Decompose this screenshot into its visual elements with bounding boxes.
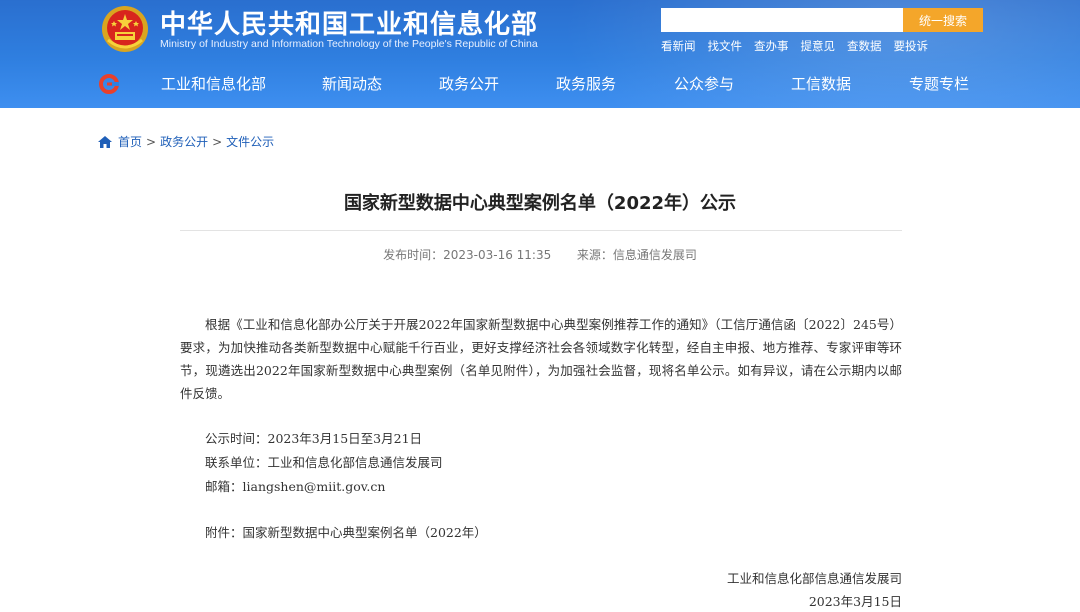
breadcrumb-gov-open[interactable]: 政务公开	[160, 133, 208, 150]
quick-link-files[interactable]: 找文件	[708, 38, 743, 54]
nav-item-news[interactable]: 新闻动态	[322, 73, 382, 94]
search-input[interactable]	[661, 8, 903, 32]
quick-link-services[interactable]: 查办事	[754, 38, 789, 54]
breadcrumb-separator: >	[146, 134, 157, 149]
search-button[interactable]: 统一搜索	[903, 8, 983, 32]
contact-unit: 联系单位：工业和信息化部信息通信发展司	[205, 455, 443, 470]
home-icon[interactable]	[98, 135, 112, 148]
site-subtitle: Ministry of Industry and Information Tec…	[160, 38, 538, 50]
published-time: 2023-03-16 11:35	[443, 248, 552, 262]
breadcrumb-file-notice[interactable]: 文件公示	[226, 133, 274, 150]
source-value: 信息通信发展司	[612, 248, 697, 262]
quick-link-news[interactable]: 看新闻	[661, 38, 696, 54]
source-label: 来源：	[576, 248, 613, 262]
quick-link-data[interactable]: 查数据	[847, 38, 882, 54]
breadcrumb-home[interactable]: 首页	[118, 133, 142, 150]
breadcrumb-separator: >	[212, 134, 223, 149]
published-label: 发布时间：	[383, 248, 444, 262]
site-title[interactable]: 中华人民共和国工业和信息化部	[160, 4, 538, 41]
notice-period: 公示时间：2023年3月15日至3月21日	[205, 431, 423, 446]
signature-date: 2023年3月15日	[808, 594, 902, 609]
signature-org: 工业和信息化部信息通信发展司	[726, 571, 902, 586]
attachment-link[interactable]: 附件：国家新型数据中心典型案例名单（2022年）	[205, 522, 487, 541]
nav-item-participation[interactable]: 公众参与	[674, 73, 734, 94]
nav-item-topics[interactable]: 专题专栏	[909, 73, 969, 94]
article-meta: 发布时间：2023-03-16 11:35 来源：信息通信发展司	[180, 246, 900, 263]
contact-email[interactable]: 邮箱：liangshen@miit.gov.cn	[205, 476, 385, 495]
article-paragraph: 根据《工业和信息化部办公厅关于开展2022年国家新型数据中心典型案例推荐工作的通…	[180, 317, 902, 401]
article-title: 国家新型数据中心典型案例名单（2022年）公示	[343, 193, 737, 214]
nav-item-gov-open[interactable]: 政务公开	[439, 73, 499, 94]
nav-item-data[interactable]: 工信数据	[791, 73, 851, 94]
title-divider	[180, 230, 902, 231]
quick-link-feedback[interactable]: 提意见	[801, 38, 836, 54]
national-emblem-icon[interactable]	[100, 4, 150, 54]
quick-link-complaint[interactable]: 要投诉	[894, 38, 929, 54]
quick-links: 看新闻 找文件 查办事 提意见 查数据 要投诉	[661, 38, 940, 54]
breadcrumb: 首页 > 政务公开 > 文件公示	[98, 133, 274, 150]
nav-item-gov-service[interactable]: 政务服务	[556, 73, 616, 94]
site-header: 中华人民共和国工业和信息化部 Ministry of Industry and …	[0, 0, 1080, 108]
nav-item-ministry[interactable]: 工业和信息化部	[161, 73, 266, 94]
main-nav: 工业和信息化部 新闻动态 政务公开 政务服务 公众参与 工信数据 专题专栏	[0, 64, 1080, 104]
miit-logo-icon[interactable]	[98, 73, 120, 95]
